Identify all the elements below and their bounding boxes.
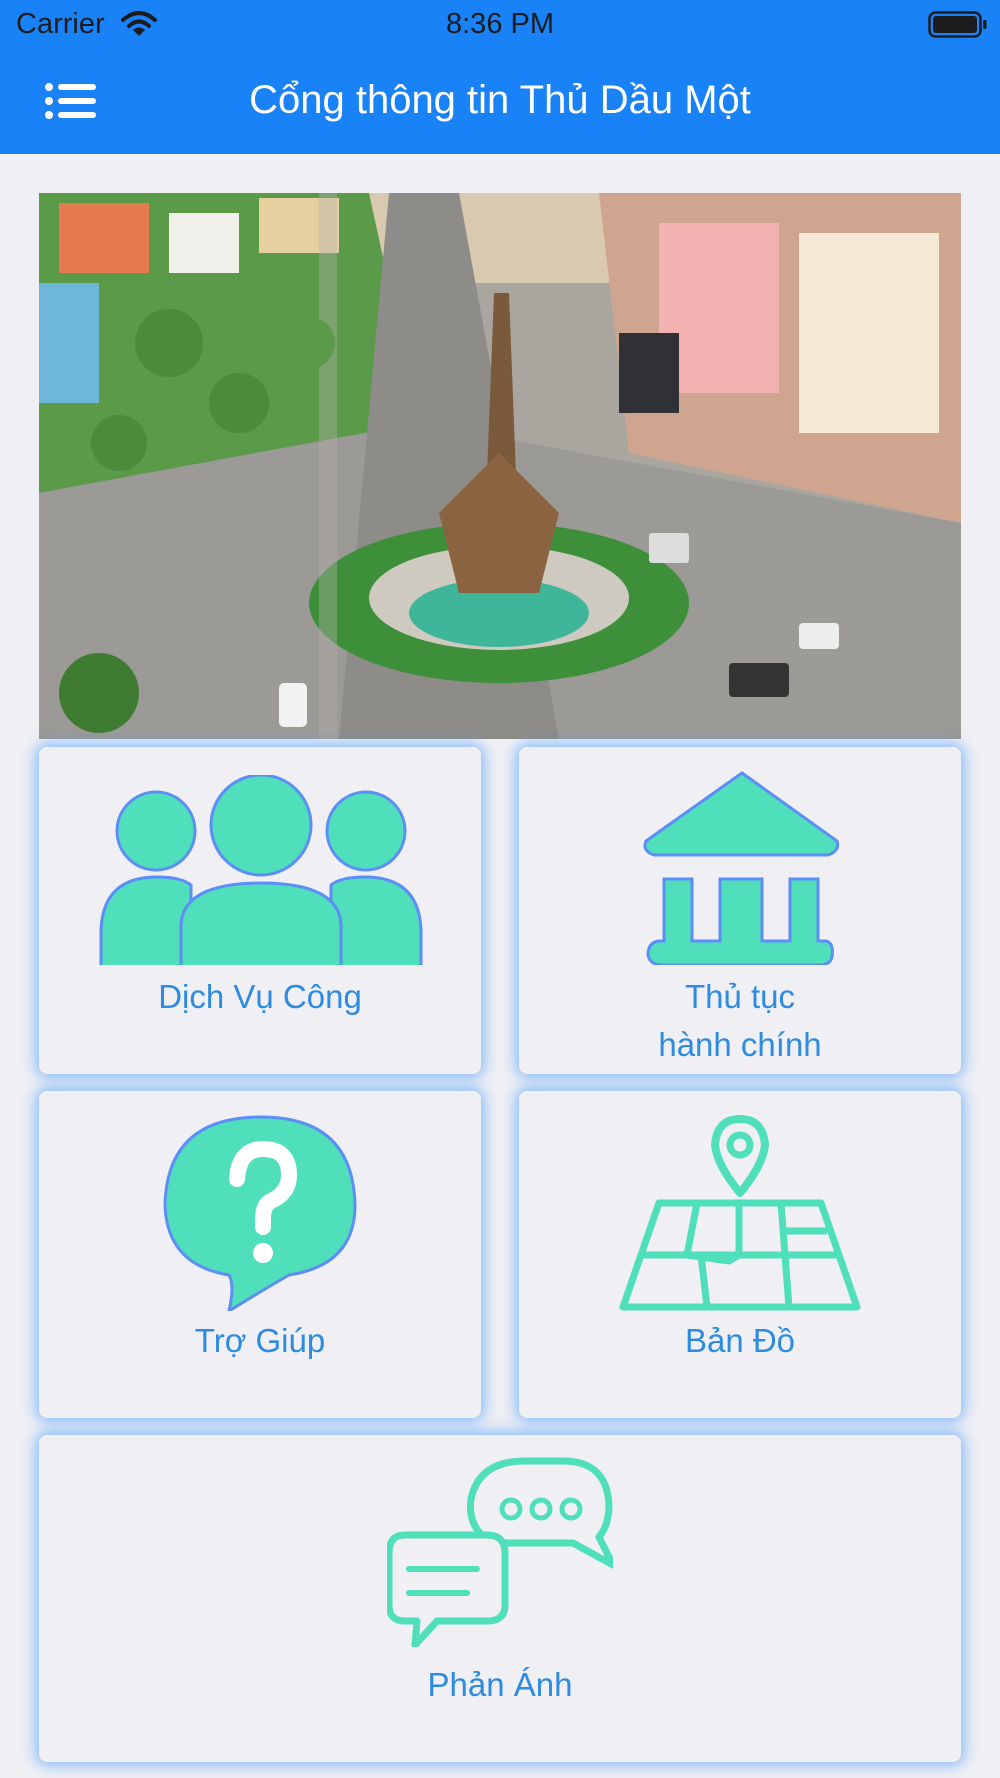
feedback-tile[interactable]: Phản Ánh bbox=[39, 1435, 961, 1762]
people-group-icon bbox=[99, 773, 423, 971]
nav-bar: Cổng thông tin Thủ Dầu Một bbox=[0, 60, 1000, 146]
clock: 8:36 PM bbox=[446, 8, 554, 40]
admin-procedure-label-line1: Thủ tục bbox=[684, 978, 796, 1015]
help-label: Trợ Giúp bbox=[39, 1317, 481, 1365]
public-service-label: Dịch Vụ Công bbox=[39, 973, 481, 1021]
question-bubble-icon bbox=[163, 1115, 359, 1316]
map-tile[interactable]: Bản Đồ bbox=[519, 1091, 961, 1418]
public-service-tile[interactable]: Dịch Vụ Công bbox=[39, 747, 481, 1074]
header: Carrier 8:36 PM Cổng thông tin Thủ Dầu M… bbox=[0, 0, 1000, 154]
admin-procedure-label-line2: hành chính bbox=[658, 1026, 822, 1063]
map-label-text: Bản Đồ bbox=[684, 1322, 796, 1359]
chat-bubbles-icon bbox=[385, 1457, 617, 1652]
map-pin-icon bbox=[617, 1115, 863, 1318]
page-title: Cổng thông tin Thủ Dầu Một bbox=[249, 78, 751, 122]
government-building-icon bbox=[642, 771, 840, 970]
admin-procedure-tile[interactable]: Thủ tục hành chính bbox=[519, 747, 961, 1074]
feedback-label: Phản Ánh bbox=[39, 1661, 961, 1709]
admin-procedure-label: Thủ tục hành chính bbox=[519, 973, 961, 1069]
status-bar: Carrier 8:36 PM bbox=[0, 0, 1000, 50]
map-label: Bản Đồ bbox=[519, 1317, 961, 1365]
battery-icon bbox=[928, 11, 988, 44]
help-tile[interactable]: Trợ Giúp bbox=[39, 1091, 481, 1418]
public-service-label-text: Dịch Vụ Công bbox=[158, 978, 362, 1015]
city-roundabout-photo bbox=[39, 193, 961, 739]
feedback-label-text: Phản Ánh bbox=[427, 1666, 573, 1703]
help-label-text: Trợ Giúp bbox=[194, 1322, 326, 1359]
